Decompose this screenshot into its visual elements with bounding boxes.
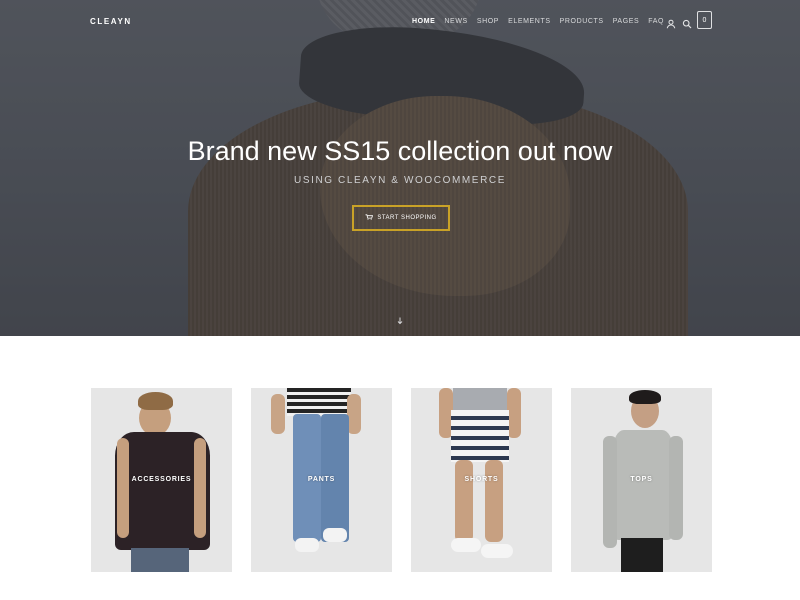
- category-card-accessories[interactable]: ACCESSORIES: [91, 388, 232, 572]
- search-icon[interactable]: [682, 16, 692, 29]
- menu-item-elements[interactable]: ELEMENTS: [508, 18, 551, 25]
- start-shopping-label: START SHOPPING: [377, 215, 437, 221]
- menu-item-shop[interactable]: SHOP: [477, 18, 499, 25]
- cart-icon: [365, 214, 374, 222]
- cart-icon[interactable]: 0: [697, 11, 712, 29]
- hero-headline: Brand new SS15 collection out now: [187, 136, 613, 166]
- category-label: SHORTS: [464, 476, 499, 483]
- menu-item-pages[interactable]: PAGES: [613, 18, 640, 25]
- scroll-down-icon[interactable]: [397, 312, 403, 325]
- category-card-pants[interactable]: PANTS: [251, 388, 392, 572]
- category-grid: ACCESSORIES PANTS SHORTS TOPS: [91, 388, 712, 572]
- user-icon[interactable]: [666, 16, 676, 29]
- menu-item-news[interactable]: NEWS: [444, 18, 467, 25]
- main-menu: HOME NEWS SHOP ELEMENTS PRODUCTS PAGES F…: [412, 18, 673, 25]
- hero-overlay: [0, 0, 800, 336]
- category-label: TOPS: [630, 476, 653, 483]
- category-card-shorts[interactable]: SHORTS: [411, 388, 552, 572]
- site-logo[interactable]: CLEAYN: [90, 17, 132, 26]
- menu-item-faq[interactable]: FAQ: [648, 18, 664, 25]
- top-navigation: CLEAYN HOME NEWS SHOP ELEMENTS PRODUCTS …: [0, 0, 800, 46]
- category-label: PANTS: [307, 476, 336, 483]
- category-card-tops[interactable]: TOPS: [571, 388, 712, 572]
- category-label: ACCESSORIES: [131, 476, 192, 483]
- hero-banner: CLEAYN HOME NEWS SHOP ELEMENTS PRODUCTS …: [0, 0, 800, 336]
- menu-item-products[interactable]: PRODUCTS: [560, 18, 604, 25]
- start-shopping-button[interactable]: START SHOPPING: [352, 205, 450, 231]
- hero-subline: USING CLEAYN & WOOCOMMERCE: [294, 175, 506, 186]
- menu-item-home[interactable]: HOME: [412, 18, 435, 25]
